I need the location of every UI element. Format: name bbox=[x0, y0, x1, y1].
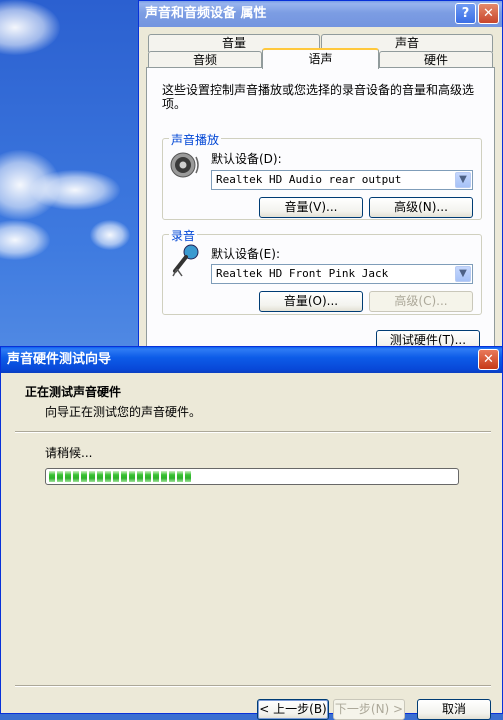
recording-group-title: 录音 bbox=[169, 227, 198, 244]
wizard-title: 声音硬件测试向导 bbox=[7, 352, 112, 367]
playback-device-select[interactable]: Realtek HD Audio rear output ▼ bbox=[211, 170, 473, 190]
progress-block bbox=[89, 471, 95, 482]
playback-volume-button[interactable]: 音量(V)... bbox=[259, 197, 363, 218]
progress-block bbox=[105, 471, 111, 482]
wizard-heading: 正在测试声音硬件 bbox=[25, 385, 122, 399]
sound-properties-window[interactable]: 声音和音频设备 属性 ? ✕ 音量 声音 音频 语声 硬件 这些设置控制声音播放… bbox=[138, 0, 503, 367]
recording-group: 录音 默认设备(E): Realtek HD Front Pink Jack ▼… bbox=[162, 227, 482, 315]
progress-block bbox=[161, 471, 167, 482]
progress-block bbox=[185, 471, 191, 482]
back-button[interactable]: < 上一步(B) bbox=[257, 699, 329, 720]
progress-block bbox=[97, 471, 103, 482]
header-divider bbox=[15, 431, 491, 433]
wizard-titlebar[interactable]: 声音硬件测试向导 ✕ bbox=[1, 347, 502, 373]
help-icon[interactable]: ? bbox=[455, 3, 476, 24]
playback-default-device-label: 默认设备(D): bbox=[211, 152, 282, 166]
progress-block bbox=[169, 471, 175, 482]
cloud bbox=[90, 220, 130, 250]
microphone-icon bbox=[172, 244, 199, 277]
progress-block bbox=[49, 471, 55, 482]
progress-block bbox=[121, 471, 127, 482]
progress-block bbox=[177, 471, 183, 482]
progress-block bbox=[113, 471, 119, 482]
progress-block bbox=[145, 471, 151, 482]
window-title: 声音和音频设备 属性 bbox=[145, 6, 267, 21]
dropdown-arrow-icon[interactable]: ▼ bbox=[455, 266, 471, 282]
close-icon[interactable]: ✕ bbox=[478, 349, 499, 370]
progress-block bbox=[57, 471, 63, 482]
speaker-icon bbox=[170, 152, 199, 178]
footer-divider bbox=[15, 685, 491, 687]
cancel-button[interactable]: 取消 bbox=[417, 699, 491, 720]
progress-block bbox=[153, 471, 159, 482]
close-icon[interactable]: ✕ bbox=[478, 3, 499, 24]
progress-bar bbox=[45, 468, 459, 485]
playback-group-title: 声音播放 bbox=[169, 131, 222, 148]
next-button: 下一步(N) > bbox=[333, 699, 405, 720]
progress-block bbox=[65, 471, 71, 482]
description-text: 这些设置控制声音播放或您选择的录音设备的音量和高级选项。 bbox=[162, 83, 475, 111]
recording-volume-button[interactable]: 音量(O)... bbox=[259, 291, 363, 312]
playback-device-value: Realtek HD Audio rear output bbox=[216, 173, 402, 186]
wizard-header: 正在测试声音硬件 向导正在测试您的声音硬件。 bbox=[1, 373, 502, 431]
cloud bbox=[0, 220, 50, 260]
playback-group: 声音播放 默认设备(D): Realtek HD Audio rear outp… bbox=[162, 131, 482, 220]
sound-properties-titlebar[interactable]: 声音和音频设备 属性 ? ✕ bbox=[139, 1, 502, 27]
recording-advanced-button: 高级(C)... bbox=[369, 291, 473, 312]
progress-block bbox=[129, 471, 135, 482]
dropdown-arrow-icon[interactable]: ▼ bbox=[455, 172, 471, 188]
recording-device-select[interactable]: Realtek HD Front Pink Jack ▼ bbox=[211, 264, 473, 284]
recording-device-value: Realtek HD Front Pink Jack bbox=[216, 267, 389, 280]
progress-fill bbox=[49, 471, 455, 482]
progress-block bbox=[73, 471, 79, 482]
wizard-subheading: 向导正在测试您的声音硬件。 bbox=[45, 405, 202, 419]
cloud bbox=[30, 170, 120, 210]
progress-block bbox=[137, 471, 143, 482]
voice-tab-panel: 这些设置控制声音播放或您选择的录音设备的音量和高级选项。 声音播放 默认设备(D… bbox=[146, 67, 495, 367]
progress-block bbox=[81, 471, 87, 482]
wait-text: 请稍候... bbox=[45, 446, 93, 460]
tab-voice[interactable]: 语声 bbox=[262, 48, 379, 69]
recording-default-device-label: 默认设备(E): bbox=[211, 247, 280, 261]
hardware-test-wizard[interactable]: 声音硬件测试向导 ✕ 正在测试声音硬件 向导正在测试您的声音硬件。 请稍候...… bbox=[0, 346, 503, 720]
cloud bbox=[0, 0, 60, 55]
playback-advanced-button[interactable]: 高级(N)... bbox=[369, 197, 473, 218]
